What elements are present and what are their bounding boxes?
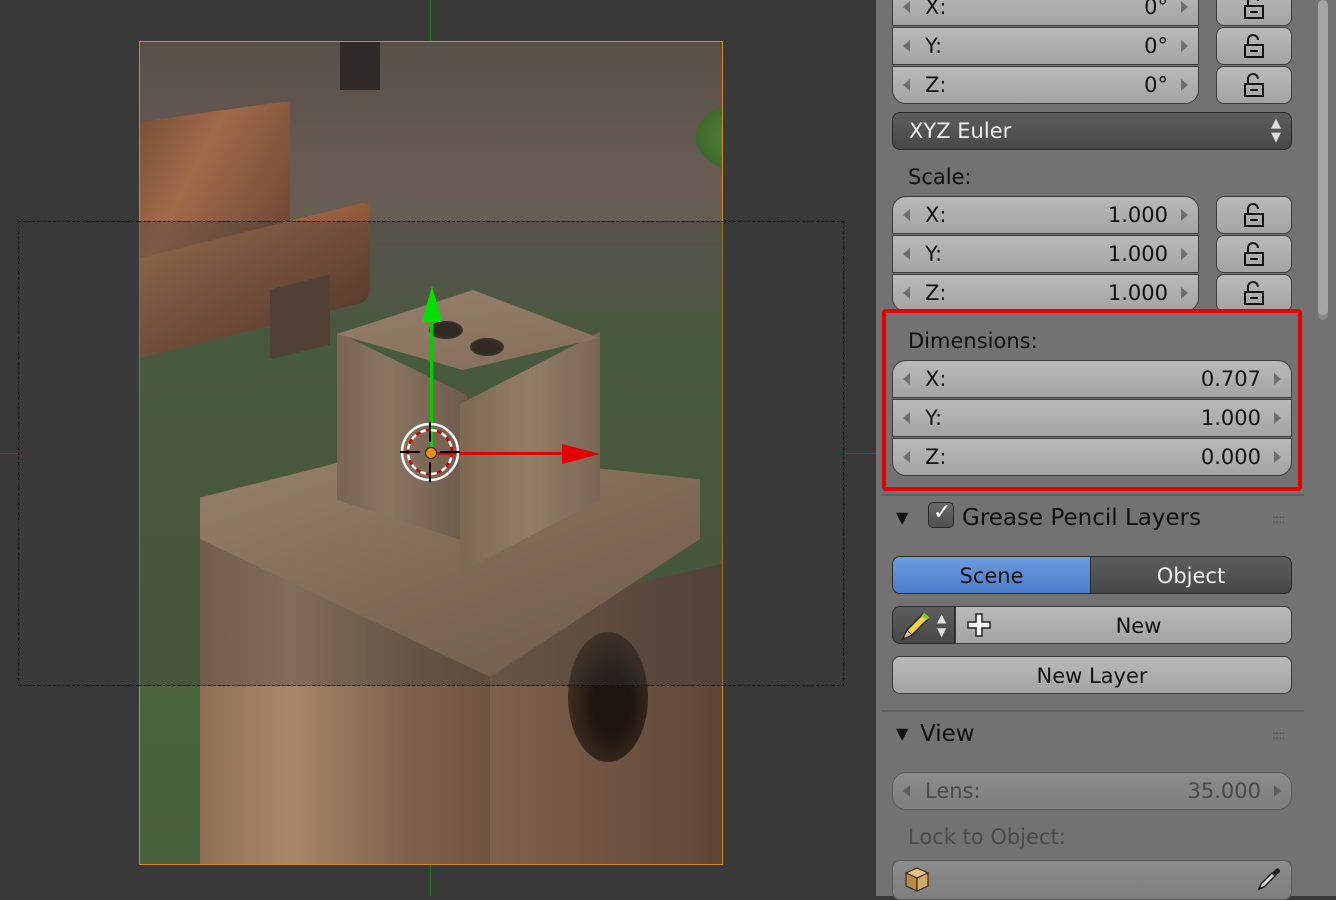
lock-rotation-x-button[interactable] bbox=[1216, 0, 1292, 26]
rotation-mode-dropdown[interactable]: XYZ Euler ▲ ▼ bbox=[892, 112, 1292, 150]
scale-y-field[interactable]: Y: 1.000 bbox=[892, 235, 1199, 273]
lens-field[interactable]: Lens: 35.000 bbox=[892, 772, 1292, 810]
decrement-arrow-icon[interactable] bbox=[903, 1, 910, 13]
collapse-triangle-icon[interactable]: ▼ bbox=[896, 724, 908, 743]
new-layer-button[interactable]: New Layer bbox=[892, 656, 1292, 694]
unlock-icon bbox=[1244, 203, 1264, 227]
3d-viewport[interactable] bbox=[0, 0, 876, 896]
field-label: Z: bbox=[925, 281, 947, 305]
scale-label: Scale: bbox=[908, 165, 972, 189]
scale-z-field[interactable]: Z: 1.000 bbox=[892, 274, 1199, 312]
increment-arrow-icon[interactable] bbox=[1181, 40, 1188, 52]
collapse-triangle-icon[interactable]: ▼ bbox=[896, 508, 908, 527]
transform-x-arrow-icon[interactable] bbox=[562, 444, 600, 464]
lock-rotation-z-button[interactable] bbox=[1216, 66, 1292, 104]
field-label: Y: bbox=[925, 242, 943, 266]
increment-arrow-icon[interactable] bbox=[1181, 287, 1188, 299]
increment-arrow-icon[interactable] bbox=[1181, 209, 1188, 221]
decrement-arrow-icon[interactable] bbox=[903, 79, 910, 91]
grease-pencil-checkbox[interactable]: ✓ bbox=[928, 500, 954, 528]
button-label: New bbox=[1115, 614, 1162, 638]
unlock-icon bbox=[1244, 242, 1264, 266]
lock-rotation-y-button[interactable] bbox=[1216, 27, 1292, 65]
decrement-arrow-icon[interactable] bbox=[903, 785, 910, 797]
dropdown-value: XYZ Euler bbox=[909, 119, 1012, 143]
field-value: 35.000 bbox=[1187, 779, 1261, 803]
increment-arrow-icon[interactable] bbox=[1181, 79, 1188, 91]
unlock-icon bbox=[1244, 0, 1264, 19]
lock-to-object-label: Lock to Object: bbox=[908, 825, 1066, 849]
eyedropper-icon[interactable] bbox=[1255, 865, 1283, 893]
decrement-arrow-icon[interactable] bbox=[903, 40, 910, 52]
lock-scale-x-button[interactable] bbox=[1216, 196, 1292, 234]
decrement-arrow-icon[interactable] bbox=[903, 209, 910, 221]
field-value: 1.000 bbox=[1107, 281, 1168, 305]
lock-to-object-field[interactable] bbox=[892, 860, 1292, 900]
object-origin-dot bbox=[425, 447, 437, 459]
updown-arrows-icon: ▲ ▼ bbox=[937, 611, 947, 639]
lock-scale-z-button[interactable] bbox=[1216, 274, 1292, 312]
unlock-icon bbox=[1244, 73, 1264, 97]
increment-arrow-icon[interactable] bbox=[1274, 785, 1281, 797]
field-value: 0° bbox=[1144, 34, 1168, 58]
passepartout-right bbox=[723, 221, 844, 686]
dimensions-highlight-box bbox=[882, 309, 1302, 491]
increment-arrow-icon[interactable] bbox=[1181, 248, 1188, 260]
rotation-y-field[interactable]: Y: 0° bbox=[892, 27, 1199, 65]
drag-grip-icon[interactable]: :::: bbox=[1272, 728, 1285, 742]
field-label: Lens: bbox=[925, 779, 981, 803]
rotation-x-field[interactable]: X: 0° bbox=[892, 0, 1199, 26]
transform-y-arrow-icon[interactable] bbox=[422, 286, 442, 322]
cube-icon bbox=[904, 867, 930, 892]
passepartout-left bbox=[18, 221, 139, 686]
grease-pencil-selector[interactable]: ▲ ▼ bbox=[892, 606, 955, 644]
decrement-arrow-icon[interactable] bbox=[903, 248, 910, 260]
field-label: Y: bbox=[925, 34, 943, 58]
field-value: 1.000 bbox=[1107, 242, 1168, 266]
new-grease-pencil-button[interactable]: New bbox=[955, 606, 1292, 644]
background-post bbox=[340, 42, 380, 90]
pencil-icon bbox=[901, 612, 930, 641]
section-divider bbox=[882, 494, 1304, 496]
lock-scale-y-button[interactable] bbox=[1216, 235, 1292, 273]
checkmark-icon: ✓ bbox=[933, 500, 952, 525]
drag-grip-icon[interactable]: :::: bbox=[1272, 512, 1285, 526]
field-label: X: bbox=[925, 203, 947, 227]
view-panel-title[interactable]: View bbox=[920, 721, 975, 747]
field-value: 1.000 bbox=[1107, 203, 1168, 227]
tab-scene[interactable]: Scene bbox=[892, 556, 1091, 594]
field-value: 0° bbox=[1144, 0, 1168, 19]
scrollbar[interactable] bbox=[1318, 0, 1328, 315]
grease-pencil-title[interactable]: Grease Pencil Layers bbox=[962, 505, 1201, 531]
decrement-arrow-icon[interactable] bbox=[903, 287, 910, 299]
unlock-icon bbox=[1244, 281, 1264, 305]
tab-object[interactable]: Object bbox=[1091, 556, 1292, 594]
scale-x-field[interactable]: X: 1.000 bbox=[892, 196, 1199, 234]
rotation-z-field[interactable]: Z: 0° bbox=[892, 66, 1199, 104]
field-value: 0° bbox=[1144, 73, 1168, 97]
increment-arrow-icon[interactable] bbox=[1181, 1, 1188, 13]
updown-arrows-icon: ▲ ▼ bbox=[1271, 116, 1281, 145]
field-label: Z: bbox=[925, 73, 947, 97]
section-divider bbox=[882, 710, 1304, 712]
unlock-icon bbox=[1244, 34, 1264, 58]
field-label: X: bbox=[925, 0, 947, 19]
